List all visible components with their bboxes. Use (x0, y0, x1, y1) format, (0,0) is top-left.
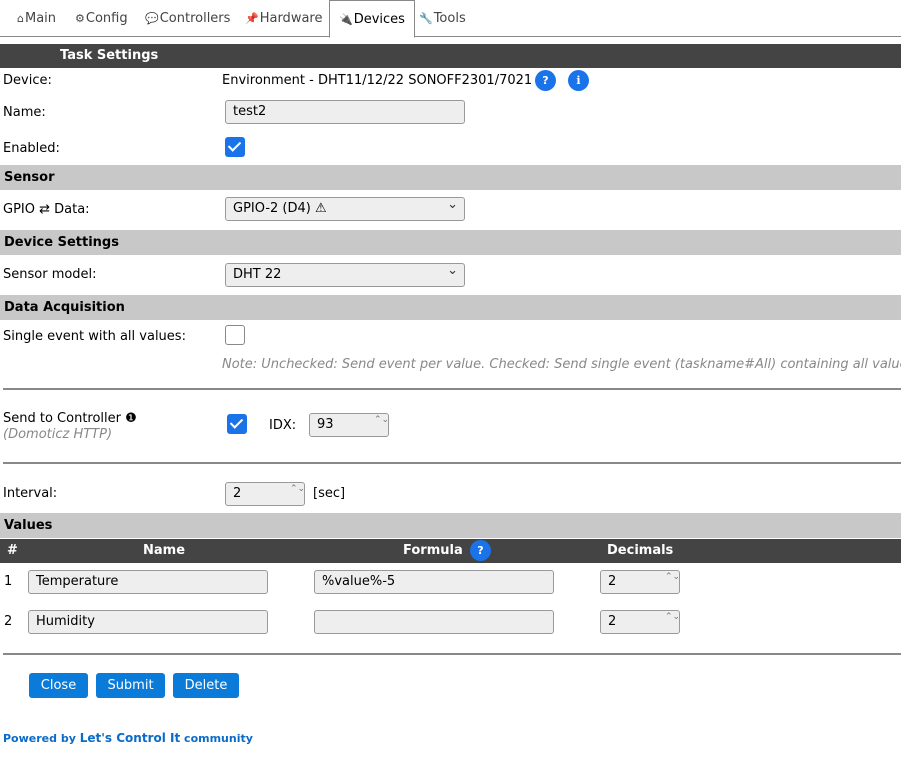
sensor-model-select[interactable]: DHT 22 (225, 263, 465, 287)
gear-icon: ⚙ (75, 12, 85, 25)
device-settings-header: Device Settings (0, 230, 901, 255)
tab-config[interactable]: ⚙Config (75, 0, 128, 37)
gpio-label: GPIO ⇄ Data: (3, 202, 90, 217)
divider (3, 462, 901, 464)
value-name-input[interactable]: Humidity (28, 610, 268, 634)
value-decimals-input[interactable]: 2 (600, 610, 680, 634)
interval-input-value: 2 (233, 486, 242, 501)
speech-bubble-icon: 💬 (145, 12, 159, 25)
tab-main[interactable]: ⌂Main (17, 0, 56, 37)
value-name-input[interactable]: Temperature (28, 570, 268, 594)
divider (3, 388, 901, 390)
tab-controllers[interactable]: 💬Controllers (145, 0, 230, 37)
info-icon[interactable]: i (568, 70, 589, 91)
row-number: 1 (4, 574, 13, 589)
column-formula-header: Formula (403, 543, 463, 558)
data-acquisition-header: Data Acquisition (0, 295, 901, 320)
value-formula-input[interactable]: %value%-5 (314, 570, 554, 594)
values-table-header: # Name Formula Decimals (0, 539, 901, 563)
single-event-checkbox[interactable] (225, 325, 245, 345)
column-number-header: # (7, 543, 18, 558)
send-to-controller-checkbox[interactable] (227, 414, 247, 434)
enabled-checkbox[interactable] (225, 137, 245, 157)
gpio-select[interactable]: GPIO-2 (D4) ⚠ (225, 197, 465, 221)
interval-input[interactable]: 2 (225, 482, 305, 506)
interval-label: Interval: (3, 486, 58, 501)
tab-hardware-label: Hardware (259, 11, 323, 26)
single-event-note: Note: Unchecked: Send event per value. C… (222, 357, 901, 372)
interval-unit: [sec] (313, 486, 346, 501)
help-question-icon[interactable]: ? (535, 70, 556, 91)
divider (3, 653, 901, 655)
device-label: Device: (3, 73, 52, 88)
tab-devices[interactable]: 🔌Devices (329, 0, 415, 38)
name-input[interactable]: test2 (225, 100, 465, 124)
tab-controllers-label: Controllers (159, 11, 231, 26)
delete-button[interactable]: Delete (173, 673, 239, 698)
value-decimals-input[interactable]: 2 (600, 570, 680, 594)
close-button[interactable]: Close (29, 673, 88, 698)
send-to-controller-label: Send to Controller ❶ (3, 411, 137, 426)
gpio-select-value: GPIO-2 (D4) ⚠ (233, 201, 327, 216)
formula-help-icon[interactable]: ? (470, 540, 491, 561)
enabled-label: Enabled: (3, 141, 60, 156)
idx-input-value: 93 (317, 417, 334, 432)
tab-bar: ⌂Main ⚙Config 💬Controllers 📌Hardware 🔌De… (0, 0, 901, 38)
column-name-header: Name (143, 543, 186, 558)
plug-icon: 🔌 (339, 13, 353, 26)
tab-main-label: Main (24, 11, 57, 26)
tab-config-label: Config (85, 11, 128, 26)
footer-suffix: community (180, 732, 253, 745)
send-to-controller-text: Send to Controller (3, 411, 122, 426)
tab-tools[interactable]: 🔧Tools (419, 0, 466, 37)
footer-prefix: Powered by (3, 732, 80, 745)
sensor-model-select-value: DHT 22 (233, 267, 282, 282)
tab-hardware[interactable]: 📌Hardware (245, 0, 322, 37)
idx-label: IDX: (269, 418, 297, 433)
values-header: Values (0, 513, 901, 538)
column-decimals-header: Decimals (607, 543, 674, 558)
home-icon: ⌂ (17, 12, 24, 25)
pushpin-icon: 📌 (245, 12, 259, 25)
footer: Powered by Let's Control It community (3, 731, 253, 745)
wrench-icon: 🔧 (419, 12, 433, 25)
name-label: Name: (3, 105, 46, 120)
task-settings-header: Task Settings (0, 44, 901, 68)
row-number: 2 (4, 614, 13, 629)
value-decimals-value: 2 (608, 574, 617, 589)
idx-input[interactable]: 93 (309, 413, 389, 437)
device-value: Environment - DHT11/12/22 SONOFF2301/702… (222, 73, 533, 88)
sensor-header: Sensor (0, 165, 901, 190)
footer-link[interactable]: Let's Control It (80, 731, 181, 745)
controller-number-badge: ❶ (125, 411, 137, 426)
single-event-label: Single event with all values: (3, 329, 186, 344)
value-formula-input[interactable] (314, 610, 554, 634)
tab-devices-label: Devices (353, 12, 405, 27)
tab-tools-label: Tools (433, 11, 466, 26)
submit-button[interactable]: Submit (96, 673, 165, 698)
sensor-model-label: Sensor model: (3, 267, 97, 282)
value-decimals-value: 2 (608, 614, 617, 629)
controller-name: (Domoticz HTTP) (3, 427, 113, 442)
